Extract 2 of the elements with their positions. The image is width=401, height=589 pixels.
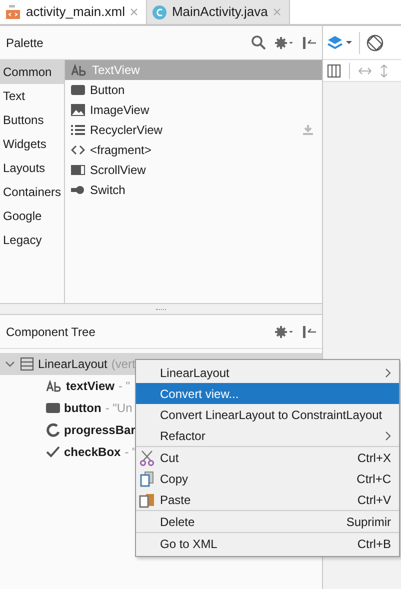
palette-title: Palette xyxy=(6,34,44,52)
component-tree-title: Component Tree xyxy=(6,324,96,340)
